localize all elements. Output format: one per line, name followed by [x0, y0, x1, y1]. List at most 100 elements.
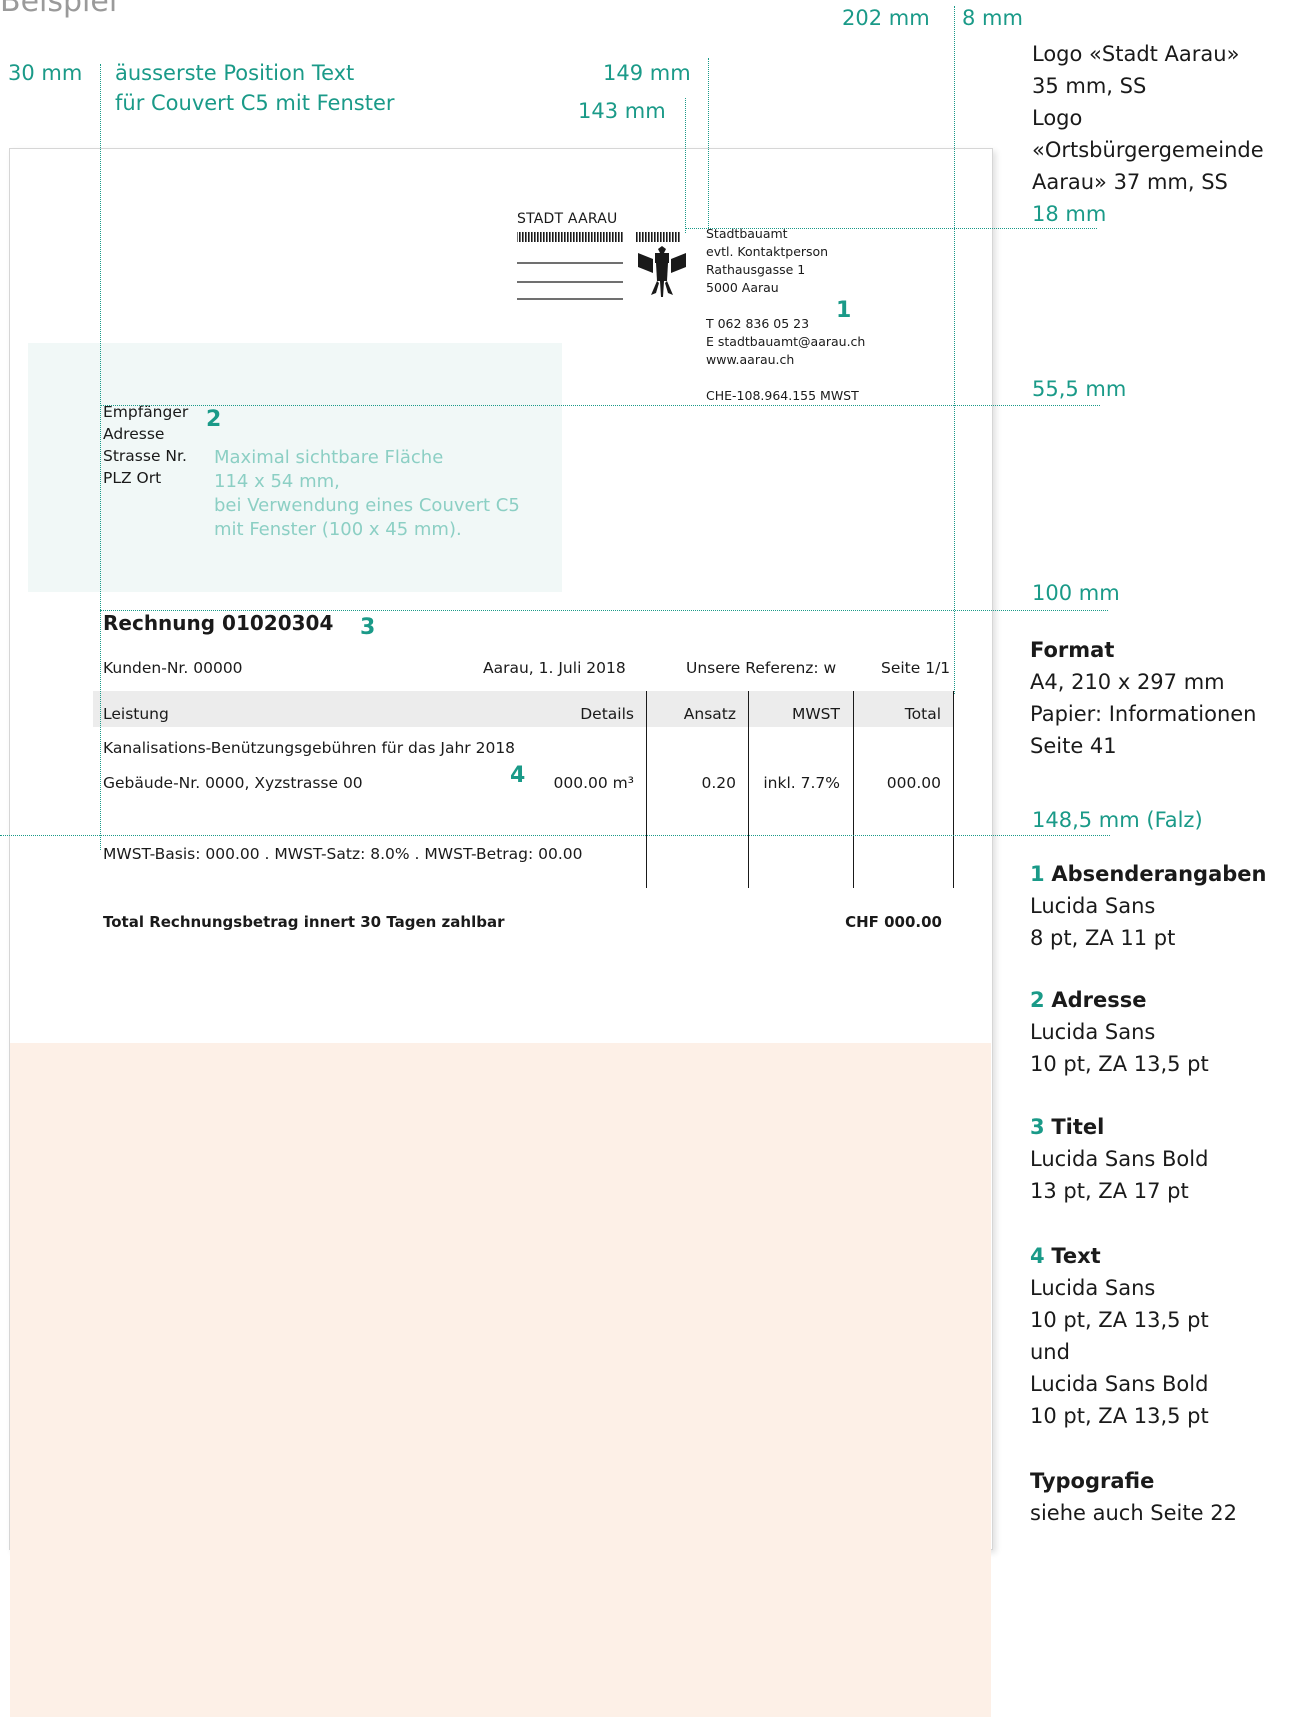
- invoice-page: Seite 1/1: [881, 659, 951, 677]
- measure-8mm: 8 mm: [962, 6, 1023, 30]
- service-line: Kanalisations-Benützungsgebühren für das…: [103, 739, 516, 757]
- spec-line: 8 pt, ZA 11 pt: [1030, 926, 1176, 950]
- logo-note-line: «Ortsbürgergemeinde: [1032, 138, 1264, 162]
- spec-number: 3: [1030, 1115, 1045, 1139]
- vat-summary: MWST-Basis: 000.00 . MWST-Satz: 8.0% . M…: [103, 845, 583, 863]
- spec-line: Lucida Sans: [1030, 894, 1156, 918]
- peach-area-lower: [10, 1340, 289, 1483]
- building-line: Gebäude-Nr. 0000, Xyzstrasse 00: [103, 774, 363, 792]
- measure-149mm: 149 mm: [603, 61, 691, 85]
- spec-line: Lucida Sans Bold: [1030, 1372, 1209, 1396]
- column-divider: [748, 691, 749, 888]
- spec-line: Lucida Sans Bold: [1030, 1147, 1209, 1171]
- logo-note-line: Aarau» 37 mm, SS: [1032, 170, 1228, 194]
- spec-title: Absenderangaben: [1051, 862, 1267, 886]
- format-line: Seite 41: [1030, 734, 1117, 758]
- col-details: Details: [580, 705, 634, 723]
- logo-note: Logo «Stadt Aarau» 35 mm, SS Logo «Ortsb…: [1032, 38, 1264, 198]
- window-note-line: bei Verwendung eines Couvert C5: [214, 495, 520, 516]
- col-total: Total: [904, 705, 941, 723]
- window-note-line: 114 x 54 mm,: [214, 471, 340, 492]
- measure-143mm: 143 mm: [578, 99, 666, 123]
- invoice-reference: Unsere Referenz: w: [686, 659, 837, 677]
- logo-note-line: Logo: [1032, 106, 1083, 130]
- sender-line: 5000 Aarau: [706, 280, 779, 295]
- column-divider: [646, 691, 647, 888]
- spec-number: 1: [1030, 862, 1045, 886]
- sender-vat: CHE-108.964.155 MWST: [706, 388, 859, 403]
- spec-1: 1 Absenderangaben Lucida Sans 8 pt, ZA 1…: [1030, 858, 1266, 954]
- spec-number: 2: [1030, 988, 1045, 1012]
- col-leistung: Leistung: [103, 705, 169, 723]
- spec-line: Lucida Sans: [1030, 1020, 1156, 1044]
- guide-fold: [0, 835, 1110, 836]
- sender-line: evtl. Kontaktperson: [706, 244, 829, 259]
- col-mwst: MWST: [791, 705, 840, 723]
- recipient-line: Strasse Nr.: [103, 447, 187, 465]
- spec-line: und: [1030, 1340, 1070, 1364]
- city-logo: [517, 232, 686, 300]
- marker-2: 2: [206, 407, 222, 432]
- sender-line: Rathausgasse 1: [706, 262, 806, 277]
- spec-title: Text: [1051, 1244, 1101, 1268]
- logo-wordmark: STADT AARAU: [517, 211, 618, 227]
- spec-title: Adresse: [1051, 988, 1147, 1012]
- note-position-line1: äusserste Position Text: [115, 61, 355, 85]
- spec-4: 4 Text Lucida Sans 10 pt, ZA 13,5 pt und…: [1030, 1240, 1209, 1432]
- guide-100mm: [100, 610, 1108, 611]
- measure-100mm: 100 mm: [1032, 581, 1120, 605]
- spec-2: 2 Adresse Lucida Sans 10 pt, ZA 13,5 pt: [1030, 984, 1209, 1080]
- recipient-line: Adresse: [103, 425, 165, 443]
- window-note-line: mit Fenster (100 x 45 mm).: [214, 519, 462, 540]
- format-block: Format A4, 210 x 297 mm Papier: Informat…: [1030, 634, 1256, 762]
- sender-email: E stadtbauamt@aarau.ch: [706, 334, 866, 349]
- window-note-line: Maximal sichtbare Fläche: [214, 447, 444, 468]
- total-value: CHF 000.00: [845, 913, 942, 931]
- customer-number: Kunden-Nr. 00000: [103, 659, 243, 677]
- format-line: A4, 210 x 297 mm: [1030, 670, 1225, 694]
- recipient-block: Empfänger Adresse Strasse Nr. PLZ Ort: [103, 401, 188, 489]
- guide-55mm: [100, 405, 1100, 406]
- invoice-date: Aarau, 1. Juli 2018: [483, 659, 626, 677]
- guide-149mm: [708, 58, 709, 228]
- cell-details: 000.00 m³: [553, 774, 634, 792]
- format-line: Papier: Informationen: [1030, 702, 1257, 726]
- typografie-block: Typografie siehe auch Seite 22: [1030, 1465, 1237, 1529]
- spec-line: 10 pt, ZA 13,5 pt: [1030, 1308, 1209, 1332]
- spec-line: 10 pt, ZA 13,5 pt: [1030, 1052, 1209, 1076]
- spec-number: 4: [1030, 1244, 1045, 1268]
- guide-143mm: [685, 98, 686, 233]
- logo-note-line: Logo «Stadt Aarau»: [1032, 42, 1240, 66]
- spec-title: Titel: [1051, 1115, 1105, 1139]
- measure-30mm: 30 mm: [8, 61, 83, 85]
- guide-18mm: [685, 228, 1097, 229]
- recipient-line: PLZ Ort: [103, 469, 162, 487]
- format-title: Format: [1030, 638, 1115, 662]
- spec-line: Lucida Sans: [1030, 1276, 1156, 1300]
- measure-202mm: 202 mm: [842, 6, 930, 30]
- measure-148mm: 148,5 mm (Falz): [1032, 808, 1203, 832]
- spec-line: 13 pt, ZA 17 pt: [1030, 1179, 1189, 1203]
- typografie-line: siehe auch Seite 22: [1030, 1501, 1237, 1525]
- cell-mwst: inkl. 7.7%: [763, 774, 840, 792]
- sender-web: www.aarau.ch: [706, 352, 795, 367]
- window-note: Maximal sichtbare Fläche 114 x 54 mm, be…: [214, 446, 520, 542]
- guide-30mm: [100, 64, 101, 850]
- page-heading: Beispiel: [0, 0, 118, 19]
- guide-202mm: [954, 6, 955, 694]
- column-divider: [953, 691, 954, 888]
- marker-1: 1: [836, 298, 852, 323]
- note-position-line2: für Couvert C5 mit Fenster: [115, 91, 395, 115]
- spec-3: 3 Titel Lucida Sans Bold 13 pt, ZA 17 pt: [1030, 1111, 1208, 1207]
- invoice-title: Rechnung 01020304: [103, 611, 334, 635]
- spec-line: 10 pt, ZA 13,5 pt: [1030, 1404, 1209, 1428]
- cell-ansatz: 0.20: [701, 774, 736, 792]
- cell-total: 000.00: [886, 774, 941, 792]
- measure-18mm: 18 mm: [1032, 202, 1107, 226]
- measure-55mm: 55,5 mm: [1032, 377, 1127, 401]
- eagle-icon: [638, 246, 686, 297]
- typografie-title: Typografie: [1030, 1469, 1155, 1493]
- marker-3: 3: [360, 615, 376, 640]
- logo-note-line: 35 mm, SS: [1032, 74, 1147, 98]
- column-divider: [853, 691, 854, 888]
